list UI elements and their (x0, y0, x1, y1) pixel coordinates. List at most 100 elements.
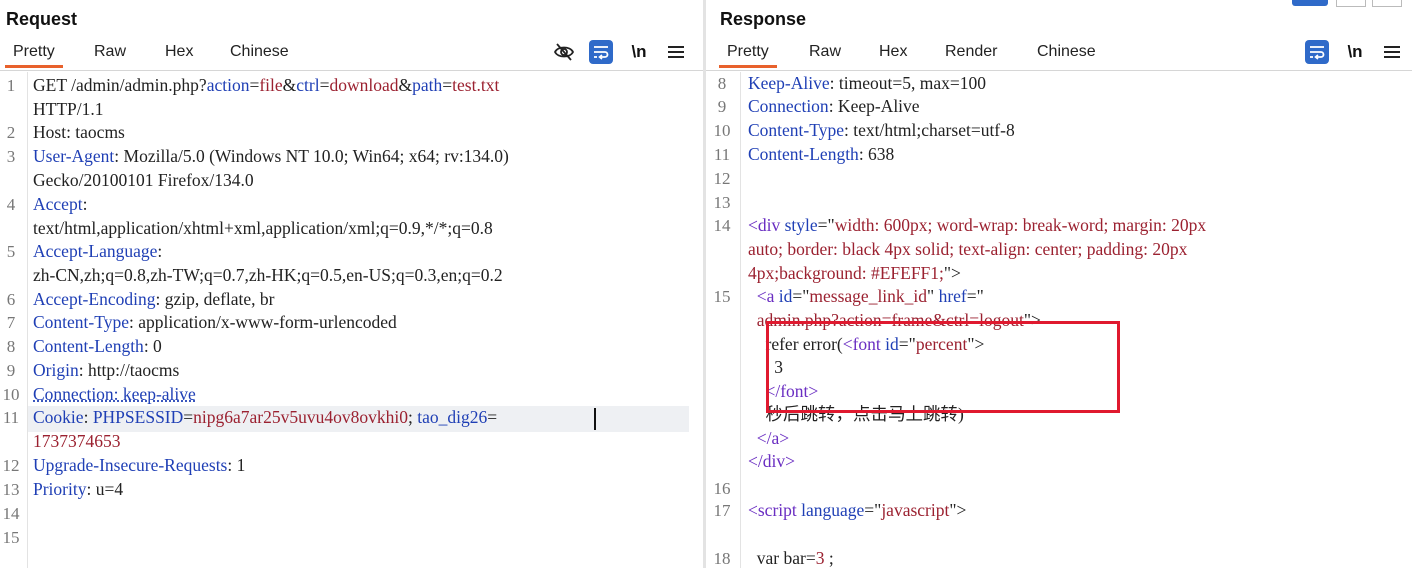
line-number: 18 (713, 549, 731, 568)
code-line: Content-Length: 0 (33, 335, 162, 359)
line-number: 16 (713, 479, 731, 498)
request-title: Request (6, 9, 78, 29)
response-tabs: Pretty Raw Hex Render Chinese (706, 43, 1406, 68)
code-token: : 638 (858, 144, 895, 164)
tab-raw[interactable]: Raw (809, 43, 841, 61)
hamburger-menu-icon[interactable] (666, 40, 686, 64)
code-token: : (157, 241, 163, 261)
hamburger-menu-icon[interactable] (1382, 40, 1402, 64)
code-token: =" (864, 500, 882, 520)
code-line: 1737374653 (33, 430, 121, 454)
code-token: <div (748, 215, 785, 235)
code-token: message_link_id (809, 286, 928, 306)
code-token: <a (756, 286, 779, 306)
tab-pretty[interactable]: Pretty (5, 43, 63, 68)
code-token: Content-Type (748, 120, 844, 140)
code-line: Content-Type: text/html;charset=utf-8 (748, 119, 1015, 143)
code-token: = (249, 75, 260, 95)
tab-hex[interactable]: Hex (879, 43, 907, 61)
code-token: Origin (33, 360, 79, 380)
code-token: Connection: keep-alive (33, 384, 196, 404)
layout-buttons[interactable] (1292, 0, 1412, 7)
code-token: & (398, 75, 413, 95)
code-token: : application/x-www-form-urlencoded (128, 312, 397, 332)
tab-chinese[interactable]: Chinese (230, 43, 289, 61)
newline-toggle-icon[interactable]: \n (1344, 40, 1366, 64)
response-pane: Response Pretty Raw Hex Render Chinese \… (706, 0, 1412, 568)
tab-chinese[interactable]: Chinese (1037, 43, 1096, 61)
code-line: auto; border: black 4px solid; text-alig… (748, 238, 1187, 262)
code-token: GET /admin/admin.php? (33, 75, 207, 95)
tab-raw[interactable]: Raw (94, 43, 126, 61)
code-token: : 1 (227, 455, 246, 475)
code-token: : gzip, deflate, br (155, 289, 275, 309)
line-number: 9 (6, 361, 16, 380)
code-token: = (442, 75, 453, 95)
tab-render[interactable]: Render (945, 43, 997, 61)
line-number: 10 (713, 121, 731, 140)
newline-toggle-icon[interactable]: \n (628, 40, 650, 64)
request-editor[interactable]: 1 GET /admin/admin.php?action=file&ctrl=d… (0, 72, 703, 568)
code-token: Accept-Language (33, 241, 158, 261)
tab-pretty[interactable]: Pretty (719, 43, 777, 68)
code-token: </a> (756, 428, 790, 448)
line-number: 2 (6, 123, 16, 142)
code-token: : timeout=5, max=100 (829, 73, 986, 93)
code-token: Accept (33, 194, 83, 214)
code-token: 4px;background: #EFEFF1; (748, 263, 944, 283)
code-token: Host (33, 122, 67, 142)
code-token: : u=4 (86, 479, 124, 499)
code-token: test.txt (452, 75, 500, 95)
line-number: 17 (713, 501, 731, 520)
code-token: =" (792, 286, 810, 306)
highlight-annotation-box (766, 321, 1120, 413)
code-token: User-Agent (33, 146, 115, 166)
code-token: zh-CN,zh;q=0.8,zh-TW;q=0.7,zh-HK;q=0.5,e… (33, 265, 503, 285)
code-line: Connection: Keep-Alive (748, 95, 920, 119)
code-token: : text/html;charset=utf-8 (843, 120, 1015, 140)
text-cursor (594, 408, 596, 430)
code-token: Content-Length (748, 144, 859, 164)
text-wrap-icon[interactable] (589, 40, 613, 64)
line-number: 11 (713, 145, 731, 164)
tab-hex[interactable]: Hex (165, 43, 193, 61)
code-line: Upgrade-Insecure-Requests: 1 (33, 454, 245, 478)
code-token: =" (817, 215, 835, 235)
code-line: Keep-Alive: timeout=5, max=100 (748, 72, 986, 96)
code-token: ctrl (296, 75, 320, 95)
code-line: User-Agent: Mozilla/5.0 (Windows NT 10.0… (33, 145, 509, 169)
code-line: GET /admin/admin.php?action=file&ctrl=do… (33, 74, 499, 98)
code-token: "> (949, 500, 967, 520)
code-line: Cookie: PHPSESSID=nipg6a7ar25v5uvu4ov8ov… (33, 406, 497, 430)
code-line: zh-CN,zh;q=0.8,zh-TW;q=0.7,zh-HK;q=0.5,e… (33, 264, 503, 288)
code-token: Accept-Encoding (33, 289, 156, 309)
line-number: 12 (2, 456, 20, 475)
code-token: PHPSESSID (92, 407, 184, 427)
code-token: : 0 (143, 336, 162, 356)
line-number: 14 (2, 504, 20, 523)
code-token: =" (966, 286, 984, 306)
line-number: 15 (713, 287, 731, 306)
response-editor[interactable]: 8 Keep-Alive: timeout=5, max=100 9 Connecti… (706, 72, 1412, 568)
code-token: Cookie (33, 407, 84, 427)
line-number: 7 (6, 313, 16, 332)
code-token: var bar= (748, 548, 816, 568)
code-token: Priority (33, 479, 87, 499)
code-token: : Mozilla/5.0 (Windows NT 10.0; Win64; x… (114, 146, 509, 166)
eye-slash-icon[interactable] (552, 40, 576, 64)
code-token: Upgrade-Insecure-Requests (33, 455, 228, 475)
code-token: width: 600px; word-wrap: break-word; mar… (834, 215, 1207, 235)
code-token: javascript (881, 500, 950, 520)
tab-separator (0, 70, 703, 71)
line-number: 8 (717, 74, 727, 93)
code-line: Content-Length: 638 (748, 143, 894, 167)
line-number: 3 (6, 147, 16, 166)
line-number: 11 (2, 408, 20, 427)
text-wrap-icon[interactable] (1305, 40, 1329, 64)
code-token: : taocms (66, 122, 125, 142)
code-token: download (329, 75, 399, 95)
code-token: 1737374653 (33, 431, 121, 451)
